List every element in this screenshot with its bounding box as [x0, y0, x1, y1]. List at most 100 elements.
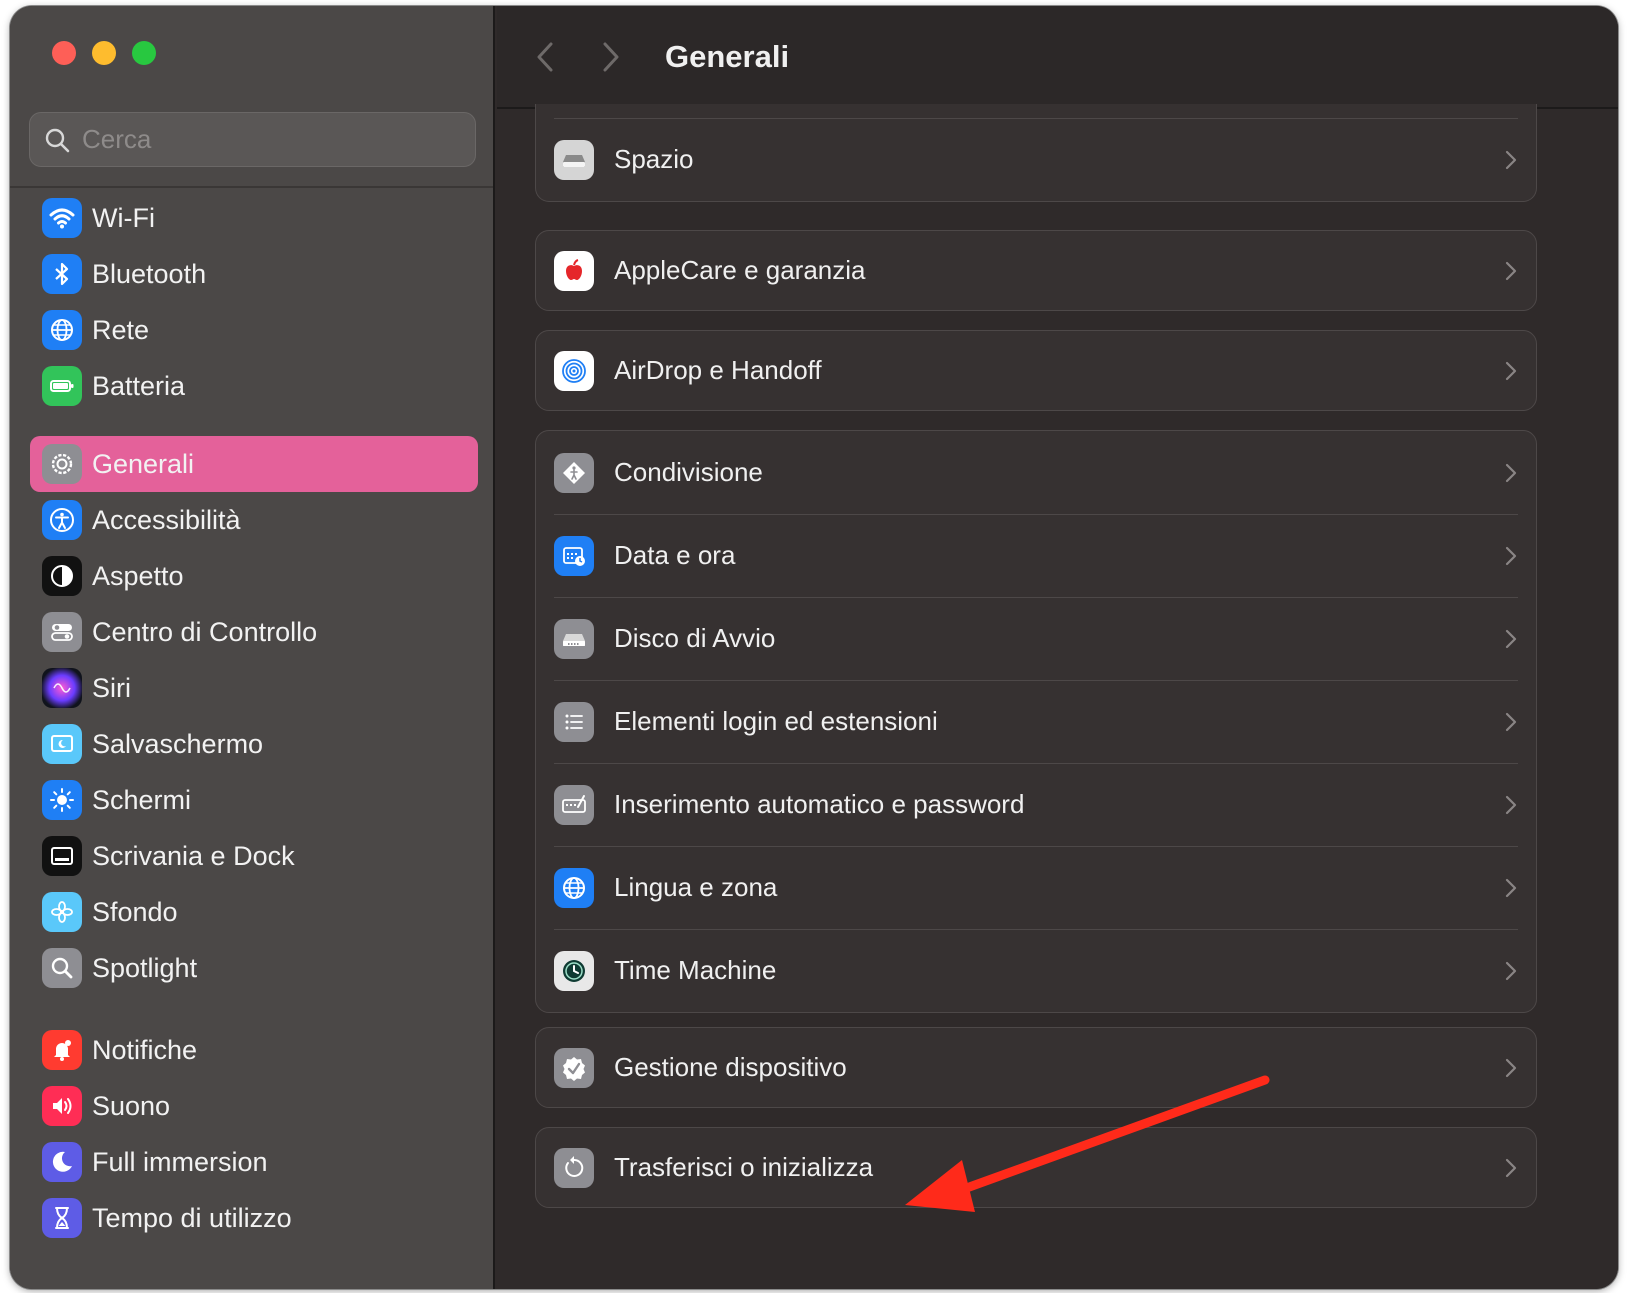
sidebar-item-sound[interactable]: Suono [30, 1078, 478, 1134]
sidebar-item-spotlight[interactable]: Spotlight [30, 940, 478, 996]
sidebar-item-label: Batteria [92, 370, 186, 401]
globe-icon [42, 310, 82, 350]
sidebar-item-network[interactable]: Rete [30, 302, 478, 358]
control-center-icon [42, 612, 82, 652]
row-login-items[interactable]: Elementi login ed estensioni [536, 680, 1536, 763]
row-startup-disk[interactable]: Disco di Avvio [536, 597, 1536, 680]
chevron-right-icon [1505, 261, 1517, 280]
row-label: Inserimento automatico e password [614, 789, 1025, 819]
row-label: Condivisione [614, 457, 763, 487]
chevron-right-icon [1505, 1058, 1517, 1077]
row-label: Data e ora [614, 540, 736, 570]
sidebar-item-label: Spotlight [92, 952, 198, 983]
checkmark-badge-icon [554, 1047, 594, 1088]
row-transfer-reset[interactable]: Trasferisci o inizializza [536, 1128, 1536, 1207]
sidebar-item-focus[interactable]: Full immersion [30, 1134, 478, 1190]
group-transfer-reset: Trasferisci o inizializza [535, 1127, 1537, 1208]
sidebar-item-siri[interactable]: Siri [30, 660, 478, 716]
sidebar-item-label: Sfondo [92, 896, 178, 927]
language-globe-icon [554, 867, 594, 908]
sidebar-item-battery[interactable]: Batteria [30, 358, 478, 414]
chevron-right-icon [1505, 712, 1517, 731]
sharing-icon [554, 452, 594, 493]
zoom-window-button[interactable] [132, 41, 156, 65]
appearance-icon [42, 556, 82, 596]
sidebar-item-label: Salvaschermo [92, 728, 264, 759]
sidebar-item-screensaver[interactable]: Salvaschermo [30, 716, 478, 772]
row-label: Trasferisci o inizializza [614, 1152, 874, 1182]
close-window-button[interactable] [52, 41, 76, 65]
forward-button[interactable] [591, 37, 631, 77]
group-storage: Spazio [535, 104, 1537, 202]
row-storage[interactable]: Spazio [536, 118, 1536, 201]
chevron-left-icon [537, 42, 553, 71]
time-machine-icon [554, 950, 594, 991]
sidebar-item-screen-time[interactable]: Tempo di utilizzo [30, 1190, 478, 1246]
row-time-machine[interactable]: Time Machine [536, 929, 1536, 1012]
sidebar-item-label: Scrivania e Dock [92, 840, 295, 871]
sidebar-item-notifications[interactable]: Notifiche [30, 1022, 478, 1078]
sidebar-item-label: Schermi [92, 784, 192, 815]
sidebar-item-general[interactable]: Generali [30, 436, 478, 492]
sidebar-item-label: Wi-Fi [92, 202, 155, 233]
row-label: Disco di Avvio [614, 623, 776, 653]
calendar-clock-icon [554, 535, 594, 576]
chevron-right-icon [603, 42, 619, 71]
sidebar-item-label: Notifiche [92, 1034, 198, 1065]
brightness-icon [42, 780, 82, 820]
search-input[interactable] [82, 124, 442, 155]
sidebar-item-desktop-dock[interactable]: Scrivania e Dock [30, 828, 478, 884]
group-airdrop: AirDrop e Handoff [535, 330, 1537, 411]
system-settings-window: Wi-Fi Bluetooth Rete Batteria [10, 6, 1618, 1289]
sidebar-item-label: Siri [92, 672, 131, 703]
chevron-right-icon [1505, 361, 1517, 380]
sidebar-item-bluetooth[interactable]: Bluetooth [30, 246, 478, 302]
sidebar-item-label: Accessibilità [92, 504, 241, 535]
row-label: Gestione dispositivo [614, 1052, 847, 1082]
sidebar-item-label: Bluetooth [92, 258, 207, 289]
keyboard-icon [554, 784, 594, 825]
group-general-settings: Condivisione Data e ora Disco di Avvio E… [535, 430, 1537, 1013]
spotlight-icon [42, 948, 82, 988]
sidebar-item-displays[interactable]: Schermi [30, 772, 478, 828]
gear-icon [42, 444, 82, 484]
chevron-right-icon [1505, 795, 1517, 814]
battery-icon [42, 366, 82, 406]
list-icon [554, 701, 594, 742]
row-language-region[interactable]: Lingua e zona [536, 846, 1536, 929]
moon-icon [42, 1142, 82, 1182]
chevron-right-icon [1505, 878, 1517, 897]
sidebar-item-accessibility[interactable]: Accessibilità [30, 492, 478, 548]
dock-icon [42, 836, 82, 876]
search-field[interactable] [29, 112, 476, 167]
sidebar-list: Wi-Fi Bluetooth Rete Batteria Generali A… [30, 190, 478, 1246]
storage-icon [554, 139, 594, 180]
disk-icon [554, 618, 594, 659]
row-label: AppleCare e garanzia [614, 255, 866, 285]
sidebar-item-control-center[interactable]: Centro di Controllo [30, 604, 478, 660]
row-date-time[interactable]: Data e ora [536, 514, 1536, 597]
bell-icon [42, 1030, 82, 1070]
page-title: Generali [665, 38, 790, 74]
sidebar-item-wifi[interactable]: Wi-Fi [30, 190, 478, 246]
chevron-right-icon [1505, 629, 1517, 648]
sidebar-item-wallpaper[interactable]: Sfondo [30, 884, 478, 940]
row-autofill-passwords[interactable]: Inserimento automatico e password [536, 763, 1536, 846]
row-sharing[interactable]: Condivisione [536, 431, 1536, 514]
row-applecare[interactable]: AppleCare e garanzia [536, 231, 1536, 310]
sidebar-item-label: Suono [92, 1090, 171, 1121]
chevron-right-icon [1505, 463, 1517, 482]
group-device-management: Gestione dispositivo [535, 1027, 1537, 1108]
wifi-icon [42, 198, 82, 238]
sidebar-item-label: Rete [92, 314, 150, 345]
airdrop-icon [554, 350, 594, 391]
speaker-icon [42, 1086, 82, 1126]
back-button[interactable] [525, 37, 565, 77]
sidebar-item-label: Generali [92, 448, 195, 479]
row-label: Elementi login ed estensioni [614, 706, 938, 736]
hourglass-icon [42, 1198, 82, 1238]
minimize-window-button[interactable] [92, 41, 116, 65]
row-airdrop[interactable]: AirDrop e Handoff [536, 331, 1536, 410]
row-device-management[interactable]: Gestione dispositivo [536, 1028, 1536, 1107]
sidebar-item-appearance[interactable]: Aspetto [30, 548, 478, 604]
